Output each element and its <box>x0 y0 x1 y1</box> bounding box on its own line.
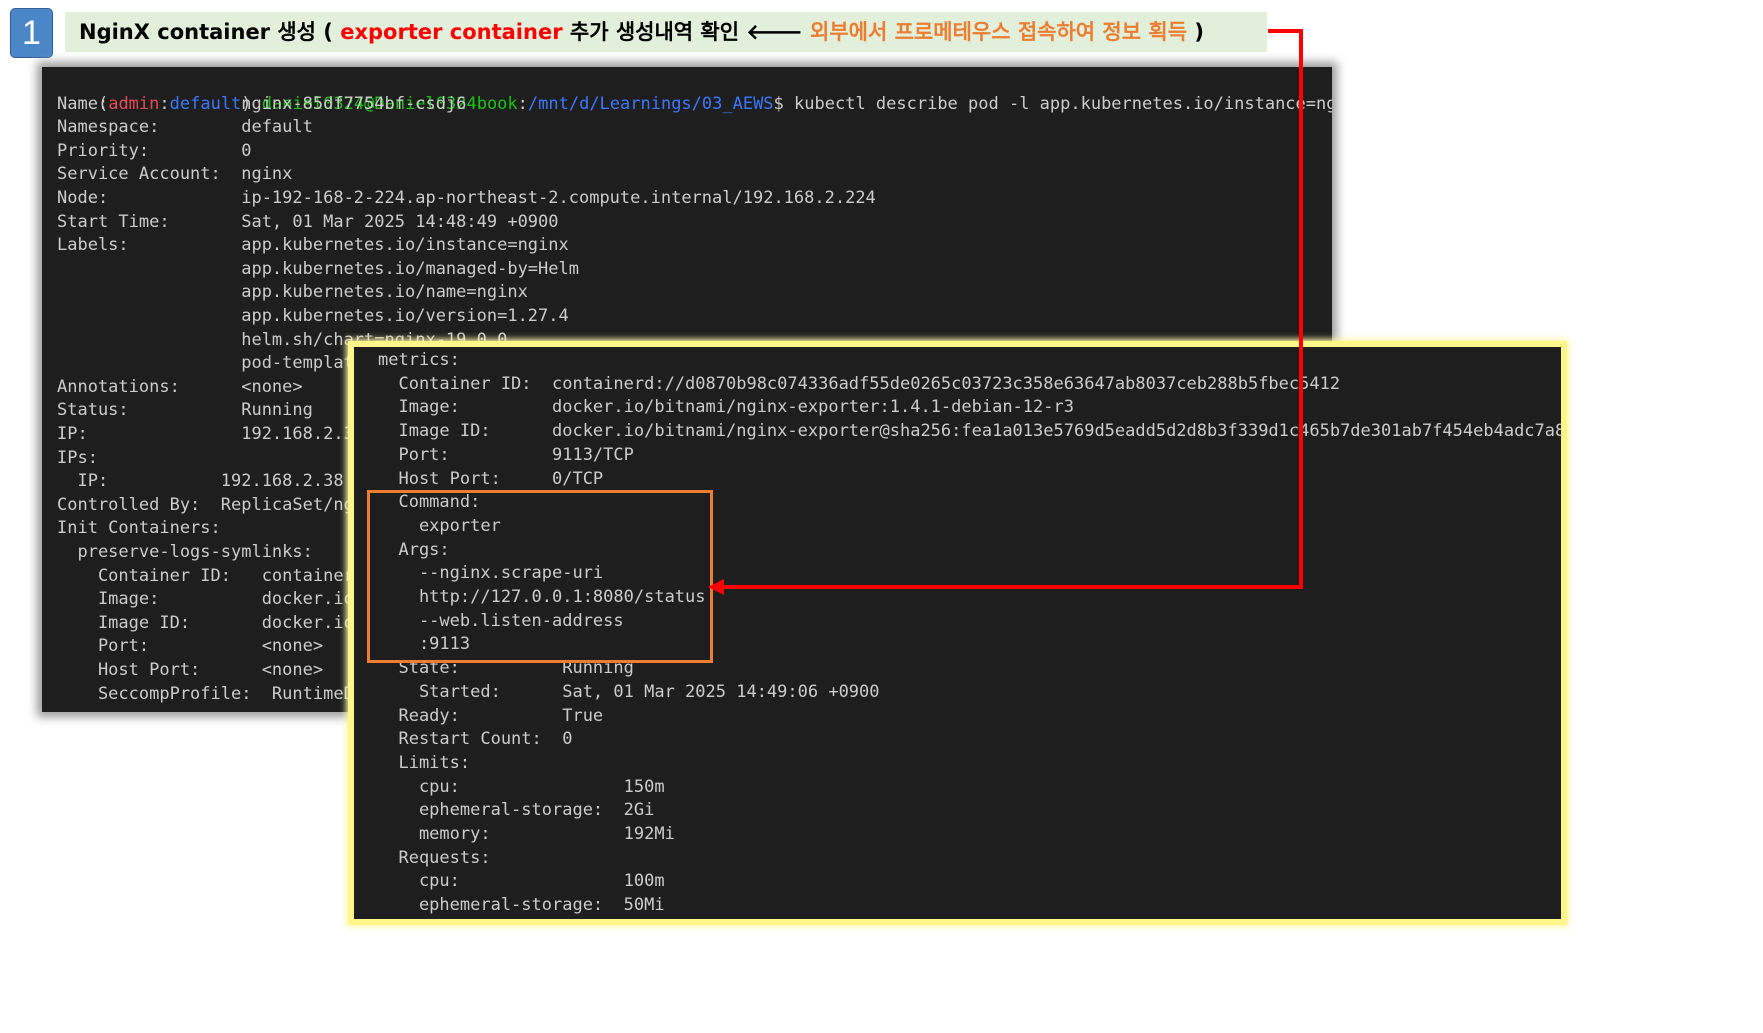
terminal-line: Container ID: containerd://d0870b98c0743… <box>378 373 1341 394</box>
terminal-line: IPs: <box>57 447 98 468</box>
terminal-line: app.kubernetes.io/version=1.27.4 <box>57 306 569 326</box>
command-args-highlight-box <box>367 490 713 663</box>
annotation-heading: NginX container 생성 ( exporter container … <box>65 12 1267 52</box>
terminal-line: Limits: <box>378 752 471 773</box>
terminal-line: IP: 192.168.2.38 <box>57 471 344 492</box>
left-arrow-icon: 🡐 <box>746 20 803 44</box>
terminal-line: Restart Count: 0 <box>378 729 573 750</box>
terminal-line: app.kubernetes.io/managed-by=Helm <box>57 258 579 279</box>
terminal-line: Container ID: container <box>57 565 354 586</box>
terminal-prompt-line: (admin:default) daniel0324@Daniel0324boo… <box>57 69 1332 114</box>
prompt-command: kubectl describe pod -l app.kubernetes.i… <box>794 93 1332 114</box>
terminal-line: SeccompProfile: RuntimeDe <box>57 683 365 704</box>
heading-text-exporter: exporter container <box>340 20 563 44</box>
terminal-line: Host Port: <none> <box>57 660 324 680</box>
terminal-line: ephemeral-storage: 2Gi <box>378 800 655 821</box>
terminal-line: Init Containers: <box>57 518 221 539</box>
prompt-path-sep: : <box>517 93 528 114</box>
terminal-line: ephemeral-storage: 50Mi <box>378 895 665 916</box>
terminal-line: Image: docker.io/bitnami/nginx-exporter:… <box>378 397 1074 418</box>
terminal-line: Image ID: docker.io/ <box>57 612 365 633</box>
terminal-line: Port: 9113/TCP <box>378 444 634 465</box>
terminal-line: IP: 192.168.2.38 <box>57 424 365 444</box>
terminal-line: app.kubernetes.io/name=nginx <box>57 282 528 303</box>
terminal-line: Ready: True <box>378 705 604 726</box>
heading-text-prometheus: 외부에서 프로메테우스 접속하여 정보 획득 <box>802 20 1188 44</box>
terminal-line: Service Account: nginx <box>57 164 293 185</box>
terminal-line: Status: Running <box>57 400 313 421</box>
prompt-dollar: $ <box>773 93 795 114</box>
terminal-line: Started: Sat, 01 Mar 2025 14:49:06 +0900 <box>378 681 880 702</box>
terminal-line: Port: <none> <box>57 636 324 657</box>
prompt-path: /mnt/d/Learnings/03_AEWS <box>527 93 774 114</box>
heading-text-2: 추가 생성내역 확인 <box>562 20 747 44</box>
terminal-line: Annotations: <none> <box>57 376 303 397</box>
terminal-line: Namespace: default <box>57 117 313 138</box>
terminal-line: cpu: 100m <box>378 871 665 892</box>
terminal-line: Requests: <box>378 847 491 868</box>
terminal-line: Name: nginx-85df7754bf-csdj6 <box>57 93 467 114</box>
terminal-line: metrics: <box>378 350 460 370</box>
heading-text-close: ) <box>1187 20 1204 44</box>
terminal-line: Priority: 0 <box>57 140 252 161</box>
terminal-line: Start Time: Sat, 01 Mar 2025 14:48:49 +0… <box>57 211 559 232</box>
terminal-line: cpu: 150m <box>378 776 665 797</box>
terminal-line: Node: ip-192-168-2-224.ap-northeast-2.co… <box>57 188 876 208</box>
terminal-line: memory: 192Mi <box>378 824 675 844</box>
terminal-line: Host Port: 0/TCP <box>378 468 604 489</box>
terminal-line: Image ID: docker.io/bitnami/nginx-export… <box>378 421 1567 442</box>
terminal-line: Image: docker.io/ <box>57 589 365 610</box>
terminal-line: preserve-logs-symlinks: <box>57 542 313 562</box>
terminal-line: Labels: app.kubernetes.io/instance=nginx <box>57 235 569 256</box>
step-number-badge: 1 <box>10 8 53 58</box>
heading-text-1: NginX container 생성 ( <box>79 20 341 44</box>
terminal-line: pod-template- <box>57 353 375 374</box>
terminal-line: Controlled By: ReplicaSet/ngin <box>57 494 375 515</box>
